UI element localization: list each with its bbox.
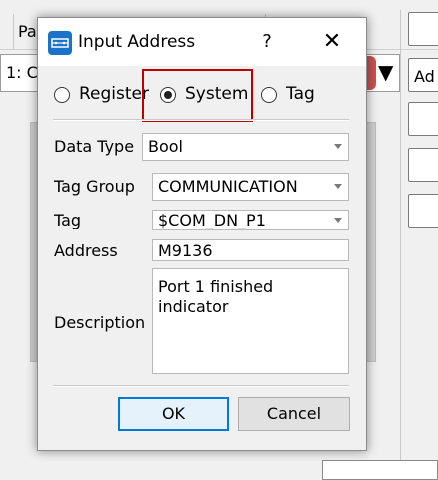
chevron-down-icon	[334, 218, 342, 223]
separator	[53, 386, 349, 387]
tag-group-value: COMMUNICATION	[158, 177, 298, 196]
radio-register[interactable]: Register	[54, 81, 150, 109]
radio-tag-indicator[interactable]	[261, 87, 277, 103]
highlight-box	[142, 69, 253, 122]
dropdown-arrow-icon[interactable]: ▼	[378, 60, 393, 84]
background-divider	[400, 10, 401, 473]
dialog-title: Input Address	[78, 32, 196, 52]
tag-label: Tag	[54, 211, 82, 229]
ok-button[interactable]: OK	[118, 397, 229, 431]
input-address-dialog: Input Address ? ✕ Register System Tag Da…	[37, 17, 367, 451]
app-icon-glyph	[51, 38, 69, 48]
app-icon	[48, 31, 72, 55]
background-button[interactable]	[408, 12, 438, 46]
separator	[53, 120, 349, 121]
background-button[interactable]	[408, 194, 438, 228]
background-button[interactable]	[408, 148, 438, 182]
background-bottom-button[interactable]	[322, 460, 438, 480]
radio-tag[interactable]: Tag	[261, 81, 321, 109]
data-type-select[interactable]: Bool	[142, 133, 349, 161]
description-field[interactable]: Port 1 finished indicator	[152, 268, 349, 374]
background-button[interactable]	[408, 102, 438, 136]
background-add-button-label: Ad	[414, 67, 435, 86]
chevron-down-icon	[334, 144, 342, 149]
data-type-value: Bool	[148, 137, 183, 156]
background-column-header: Pa	[18, 22, 37, 41]
address-label: Address	[54, 241, 118, 260]
description-label: Description	[54, 313, 146, 332]
background-select-value: 1: C	[6, 63, 38, 82]
data-type-label: Data Type	[54, 137, 135, 156]
description-value: Port 1 finished indicator	[158, 277, 274, 316]
tag-group-label: Tag Group	[54, 177, 135, 196]
radio-tag-label: Tag	[286, 84, 315, 104]
cancel-button[interactable]: Cancel	[238, 397, 350, 431]
tag-group-select[interactable]: COMMUNICATION	[152, 173, 349, 201]
radio-register-label: Register	[79, 84, 149, 104]
chevron-down-icon	[334, 184, 342, 189]
address-field[interactable]: M9136	[152, 239, 349, 261]
help-button[interactable]: ?	[252, 28, 282, 56]
close-button[interactable]: ✕	[315, 28, 349, 56]
background-column-divider	[0, 14, 14, 50]
tag-select[interactable]: $COM_DN_P1	[152, 210, 349, 230]
address-value: M9136	[158, 241, 213, 260]
radio-register-indicator[interactable]	[54, 87, 70, 103]
tag-value: $COM_DN_P1	[158, 211, 266, 230]
